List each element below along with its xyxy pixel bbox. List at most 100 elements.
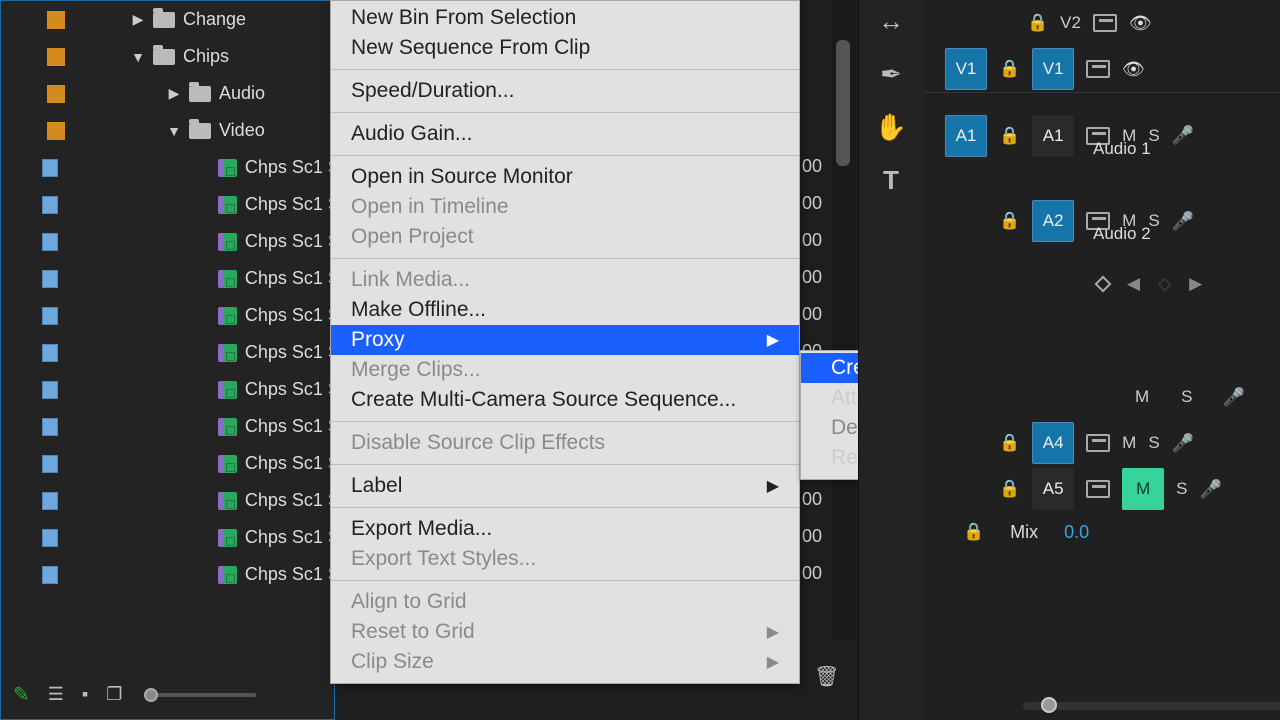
expand-icon[interactable]: ▶ (167, 85, 181, 102)
clip-row[interactable]: Chps Sc1 S1 (1, 297, 334, 334)
clip-row[interactable]: Chps Sc1 S1 (1, 371, 334, 408)
lock-icon[interactable]: 🔒 (999, 479, 1020, 499)
target-a5[interactable]: A5 (1032, 468, 1074, 510)
menu-item: Reset to Grid▶ (331, 617, 799, 647)
lock-icon[interactable]: 🔒 (999, 126, 1020, 146)
scrollbar[interactable] (832, 0, 856, 640)
menu-item[interactable]: New Bin From Selection (331, 3, 799, 33)
track-v2[interactable]: 🔒 V2 👁 (923, 0, 1280, 46)
clip-row[interactable]: Chps Sc1 S1 (1, 186, 334, 223)
target-a4[interactable]: A4 (1032, 422, 1074, 464)
clip-label: Chps Sc1 S1 (245, 157, 334, 178)
menu-item[interactable]: Proxy▶ (331, 325, 799, 355)
submenu-arrow-icon: ▶ (767, 652, 779, 672)
folder-chips[interactable]: ▼ Chips (1, 38, 334, 75)
mute-label[interactable]: M (1135, 387, 1149, 407)
toggle-sync-icon[interactable] (1086, 60, 1110, 78)
menu-item[interactable]: Open in Source Monitor (331, 162, 799, 192)
menu-item[interactable]: Audio Gain... (331, 119, 799, 149)
lock-icon[interactable]: 🔒 (999, 59, 1020, 79)
next-keyframe-icon[interactable]: ▶ (1189, 274, 1202, 294)
mute-active[interactable]: M (1122, 468, 1164, 510)
solo-label[interactable]: S (1148, 433, 1159, 453)
folder-change[interactable]: ▶ Change (1, 1, 334, 38)
track-a1[interactable]: A1 🔒 A1 M S 🎤 Audio 1 (923, 92, 1280, 178)
keyframe-icon[interactable] (1095, 276, 1112, 293)
clip-label: Chps Sc1 S1 (245, 268, 334, 289)
toggle-sync-icon[interactable] (1086, 480, 1110, 498)
hand-tool-icon[interactable]: ✋ (875, 112, 907, 143)
list-view-icon[interactable]: ☰ (48, 684, 64, 705)
menu-item[interactable]: Export Media... (331, 514, 799, 544)
source-v1[interactable]: V1 (945, 48, 987, 90)
menu-item[interactable]: New Sequence From Clip (331, 33, 799, 63)
track-v1[interactable]: V1 🔒 V1 👁 (923, 46, 1280, 92)
clip-row[interactable]: Chps Sc1 S1 (1, 149, 334, 186)
folder-label: Audio (219, 83, 265, 104)
clip-icon (218, 159, 237, 177)
mute-label[interactable]: M (1122, 433, 1136, 453)
clip-row[interactable]: Chps Sc1 S1 (1, 260, 334, 297)
pen-tool-icon[interactable]: ✒ (880, 59, 902, 90)
zoom-slider[interactable] (146, 693, 256, 697)
label-color (42, 381, 58, 399)
mic-icon[interactable]: 🎤 (1172, 125, 1194, 146)
eye-icon[interactable]: 👁 (1129, 13, 1152, 34)
clip-row[interactable]: Chps Sc1 S4 (1, 556, 334, 593)
clip-label: Chps Sc1 S4 (245, 564, 334, 585)
project-panel: ▶ Change ▼ Chips ▶ Audio ▼ Video Chps Sc… (0, 0, 335, 720)
track-hidden[interactable]: M S 🎤 (923, 374, 1280, 420)
mix-track[interactable]: 🔒 Mix 0.0 (923, 512, 1280, 552)
mic-icon[interactable]: 🎤 (1172, 211, 1194, 232)
menu-item[interactable]: Speed/Duration... (331, 76, 799, 106)
clip-row[interactable]: Chps Sc1 S4 (1, 445, 334, 482)
mic-icon[interactable]: 🎤 (1223, 387, 1245, 408)
pencil-icon[interactable]: ✎ (13, 682, 30, 707)
clip-row[interactable]: Chps Sc1 S1 (1, 334, 334, 371)
scroll-thumb[interactable] (836, 40, 850, 166)
freeform-view-icon[interactable]: ❐ (106, 684, 122, 705)
track-a2[interactable]: 🔒 A2 M S 🎤 Audio 2 (923, 178, 1280, 264)
collapse-icon[interactable]: ▼ (167, 123, 181, 139)
label-color (47, 122, 65, 140)
trash-icon[interactable]: 🗑 (814, 664, 839, 689)
folder-video[interactable]: ▼ Video (1, 112, 334, 149)
eye-icon[interactable]: 👁 (1122, 59, 1145, 80)
mic-icon[interactable]: 🎤 (1172, 433, 1194, 454)
type-tool-icon[interactable]: T (883, 165, 899, 196)
tool-column: ↔ ✒ ✋ T (859, 0, 923, 720)
clip-row[interactable]: Chps Sc1 S4 (1, 482, 334, 519)
toggle-sync-icon[interactable] (1093, 14, 1117, 32)
mix-value[interactable]: 0.0 (1064, 522, 1089, 543)
ripple-edit-icon[interactable]: ↔ (878, 6, 904, 37)
expand-icon[interactable]: ▶ (131, 11, 145, 28)
folder-icon (189, 86, 211, 102)
solo-label[interactable]: S (1176, 479, 1187, 499)
target-v1[interactable]: V1 (1032, 48, 1074, 90)
toggle-sync-icon[interactable] (1086, 434, 1110, 452)
track-a5[interactable]: 🔒 A5 M S 🎤 (923, 466, 1280, 512)
target-a2[interactable]: A2 (1032, 200, 1074, 242)
clip-row[interactable]: Chps Sc1 S4 (1, 408, 334, 445)
source-a1[interactable]: A1 (945, 115, 987, 157)
solo-label[interactable]: S (1181, 387, 1192, 407)
prev-keyframe-icon[interactable]: ◀ (1127, 274, 1140, 294)
lock-icon[interactable]: 🔒 (999, 211, 1020, 231)
clip-label: Chps Sc1 S4 (245, 527, 334, 548)
clip-row[interactable]: Chps Sc1 S1 (1, 223, 334, 260)
lock-icon[interactable]: 🔒 (999, 433, 1020, 453)
folder-audio[interactable]: ▶ Audio (1, 75, 334, 112)
timeline-zoom-slider[interactable] (1023, 702, 1280, 710)
lock-icon[interactable]: 🔒 (1027, 13, 1048, 33)
clip-row[interactable]: Chps Sc1 S4 (1, 519, 334, 556)
target-a1[interactable]: A1 (1032, 115, 1074, 157)
menu-item[interactable]: Create Multi-Camera Source Sequence... (331, 385, 799, 415)
icon-view-icon[interactable]: ▪ (82, 684, 88, 705)
menu-item[interactable]: Make Offline... (331, 295, 799, 325)
track-a4[interactable]: 🔒 A4 M S 🎤 (923, 420, 1280, 466)
clip-icon (218, 307, 237, 325)
lock-icon[interactable]: 🔒 (963, 522, 984, 542)
collapse-icon[interactable]: ▼ (131, 49, 145, 65)
menu-item[interactable]: Label▶ (331, 471, 799, 501)
mic-icon[interactable]: 🎤 (1200, 479, 1222, 500)
